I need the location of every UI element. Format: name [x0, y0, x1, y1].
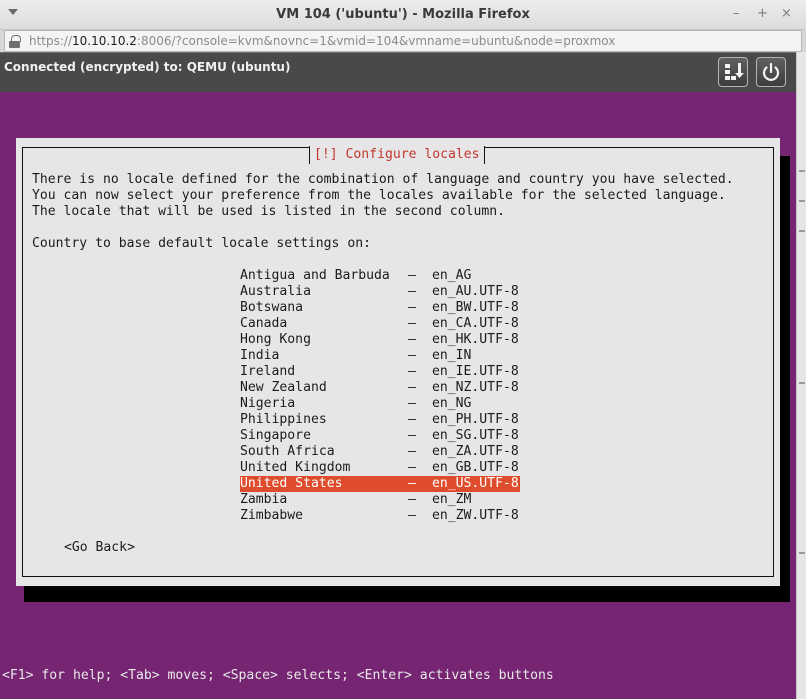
dialog-prompt: Country to base default locale settings …: [32, 236, 371, 251]
scrollbar-tick: [799, 170, 805, 172]
locale-country: Australia: [240, 284, 311, 299]
go-back-button[interactable]: <Go Back>: [64, 540, 135, 556]
locale-separator: –: [408, 508, 416, 523]
locale-country: Botswana: [240, 300, 304, 315]
locale-country: Singapore: [240, 428, 311, 443]
locale-separator: –: [408, 428, 416, 443]
locale-separator: –: [408, 476, 416, 491]
locale-separator: –: [408, 316, 416, 331]
locale-list[interactable]: Antigua and Barbuda – en_AG Australia – en_AU…: [240, 268, 520, 524]
window-title: VM 104 ('ubuntu') - Mozilla Firefox: [276, 7, 530, 22]
locale-separator: –: [408, 332, 416, 347]
locale-option[interactable]: New Zealand – en_NZ.UTF-8: [240, 380, 520, 396]
locale-country: New Zealand: [240, 380, 327, 395]
locale-country: Zambia: [240, 492, 288, 507]
locale-option[interactable]: Nigeria – en_NG: [240, 396, 520, 412]
locale-country: United Kingdom: [240, 460, 351, 475]
minimize-button[interactable]: –: [733, 7, 740, 21]
locale-country: Ireland: [240, 364, 296, 379]
intro-line: The locale that will be used is listed i…: [32, 204, 505, 219]
locale-code: en_US.UTF-8: [432, 476, 519, 491]
locale-country: United States: [240, 476, 343, 491]
locale-code: en_PH.UTF-8: [432, 412, 519, 427]
locale-separator: –: [408, 460, 416, 475]
url-host: 10.10.10.2: [72, 34, 137, 48]
locale-separator: –: [408, 444, 416, 459]
locale-code: en_GB.UTF-8: [432, 460, 519, 475]
window-titlebar: VM 104 ('ubuntu') - Mozilla Firefox – + …: [0, 0, 806, 30]
help-line: <F1> for help; <Tab> moves; <Space> sele…: [2, 668, 554, 683]
scrollbar-tick: [799, 552, 805, 554]
locale-country: Antigua and Barbuda: [240, 268, 390, 283]
locale-separator: –: [408, 348, 416, 363]
locale-separator: –: [408, 380, 416, 395]
locale-country: Canada: [240, 316, 288, 331]
power-icon: [762, 62, 780, 81]
locale-option[interactable]: India – en_IN: [240, 348, 520, 364]
locale-option[interactable]: United Kingdom – en_GB.UTF-8: [240, 460, 520, 476]
locale-code: en_ZM: [432, 492, 472, 507]
vm-console[interactable]: [!] Configure locales There is no locale…: [0, 92, 796, 699]
locale-code: en_ZA.UTF-8: [432, 444, 519, 459]
locale-code: en_ZW.UTF-8: [432, 508, 519, 523]
locale-code: en_IE.UTF-8: [432, 364, 519, 379]
locale-option[interactable]: Antigua and Barbuda – en_AG: [240, 268, 520, 284]
locale-country: Nigeria: [240, 396, 296, 411]
scrollbar-tick: [799, 382, 805, 384]
maximize-button[interactable]: +: [757, 7, 768, 21]
locale-code: en_SG.UTF-8: [432, 428, 519, 443]
novnc-status-bar: Connected (encrypted) to: QEMU (ubuntu): [0, 52, 796, 92]
address-bar[interactable]: https://10.10.10.2:8006/?console=kvm&nov…: [4, 30, 802, 52]
locale-code: en_CA.UTF-8: [432, 316, 519, 331]
power-button[interactable]: [756, 57, 786, 87]
locale-code: en_HK.UTF-8: [432, 332, 519, 347]
address-text[interactable]: https://10.10.10.2:8006/?console=kvm&nov…: [29, 34, 615, 48]
locale-country: Hong Kong: [240, 332, 311, 347]
locale-code: en_IN: [432, 348, 472, 363]
lock-icon: [9, 35, 21, 48]
locale-separator: –: [408, 396, 416, 411]
locale-separator: –: [408, 300, 416, 315]
dialog-title: [!] Configure locales: [309, 146, 485, 164]
locale-option[interactable]: Australia – en_AU.UTF-8: [240, 284, 520, 300]
locale-country: Philippines: [240, 412, 327, 427]
locale-country: South Africa: [240, 444, 335, 459]
locale-separator: –: [408, 268, 416, 283]
close-button[interactable]: ×: [781, 7, 792, 21]
locale-country: Zimbabwe: [240, 508, 304, 523]
locale-option[interactable]: Botswana – en_BW.UTF-8: [240, 300, 520, 316]
url-scheme: https://: [29, 34, 73, 48]
locale-option[interactable]: Hong Kong – en_HK.UTF-8: [240, 332, 520, 348]
locale-code: en_AG: [432, 268, 472, 283]
url-path: :8006/?console=kvm&novnc=1&vmid=104&vmna…: [136, 34, 616, 48]
locale-option[interactable]: Singapore – en_SG.UTF-8: [240, 428, 520, 444]
dialog-intro: There is no locale defined for the combi…: [32, 172, 734, 220]
intro-line: There is no locale defined for the combi…: [32, 172, 734, 187]
locale-separator: –: [408, 284, 416, 299]
locale-code: en_BW.UTF-8: [432, 300, 519, 315]
send-keys-button[interactable]: [718, 57, 748, 87]
page-scrollbar[interactable]: [796, 52, 806, 699]
locale-option[interactable]: Zimbabwe – en_ZW.UTF-8: [240, 508, 520, 524]
scrollbar-tick: [799, 230, 805, 232]
configure-locales-dialog: [!] Configure locales There is no locale…: [16, 138, 780, 586]
locale-country: India: [240, 348, 280, 363]
locale-option[interactable]: United States – en_US.UTF-8: [240, 476, 520, 492]
locale-option[interactable]: South Africa – en_ZA.UTF-8: [240, 444, 520, 460]
send-keys-icon: [725, 63, 744, 80]
locale-option[interactable]: Ireland – en_IE.UTF-8: [240, 364, 520, 380]
intro-line: You can now select your preference from …: [32, 188, 726, 203]
locale-separator: –: [408, 364, 416, 379]
locale-option[interactable]: Zambia – en_ZM: [240, 492, 520, 508]
locale-separator: –: [408, 492, 416, 507]
locale-code: en_NZ.UTF-8: [432, 380, 519, 395]
locale-option[interactable]: Canada – en_CA.UTF-8: [240, 316, 520, 332]
locale-code: en_AU.UTF-8: [432, 284, 519, 299]
connection-status: Connected (encrypted) to: QEMU (ubuntu): [4, 60, 291, 74]
locale-separator: –: [408, 412, 416, 427]
locale-option[interactable]: Philippines – en_PH.UTF-8: [240, 412, 520, 428]
scrollbar-tick: [799, 200, 805, 202]
locale-code: en_NG: [432, 396, 472, 411]
